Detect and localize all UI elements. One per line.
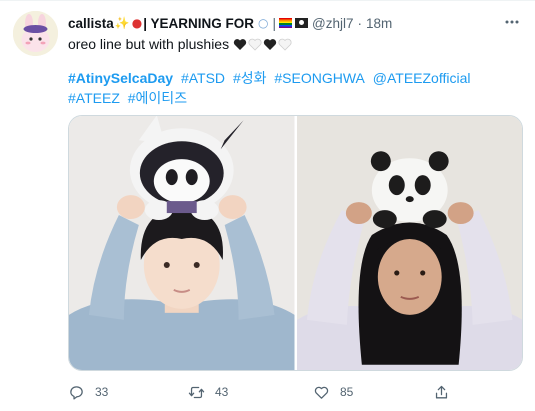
- reply-button[interactable]: 33: [68, 384, 108, 401]
- avatar-bunny-image: [13, 11, 58, 56]
- photo-right[interactable]: [296, 116, 522, 370]
- photo-plush-bunny-image: [69, 116, 295, 370]
- more-icon[interactable]: [503, 13, 521, 31]
- sparkles-emoji-icon: ✨: [114, 16, 130, 30]
- tweet-header: callista ✨ ● | YEARNING FOR ○ | @zhjl7 ·…: [68, 13, 495, 33]
- tweet-actions: 33 43 85: [68, 379, 523, 405]
- photo-plush-panda-image: [296, 116, 522, 370]
- display-name[interactable]: callista: [68, 16, 114, 31]
- tweet[interactable]: callista ✨ ● | YEARNING FOR ○ | @zhjl7 ·…: [0, 0, 535, 411]
- share-button[interactable]: [433, 384, 460, 401]
- retweet-icon: [188, 386, 205, 398]
- pirate-flag-emoji-icon: [295, 18, 309, 28]
- display-name-suffix[interactable]: | YEARNING FOR: [143, 16, 254, 31]
- white-heart-icon: [278, 38, 292, 51]
- hashtag-link[interactable]: #ATEEZ: [68, 90, 120, 106]
- media-grid: [68, 115, 523, 371]
- mention-link[interactable]: @ATEEZofficial: [373, 70, 471, 86]
- black-heart-icon: [263, 38, 277, 50]
- like-icon: [314, 386, 329, 399]
- hashtag-link[interactable]: #ATSD: [181, 70, 225, 86]
- photo-left[interactable]: [69, 116, 295, 370]
- rainbow-flag-emoji-icon: [279, 18, 293, 28]
- hashtag-list: #AtinySelcaDay #ATSD #성화 #SEONGHWA @ATEE…: [68, 68, 523, 108]
- black-heart-icon: [233, 38, 247, 50]
- tweet-text: oreo line but with plushies: [68, 36, 292, 52]
- reply-count: 33: [95, 385, 109, 399]
- share-icon: [435, 385, 448, 398]
- reply-icon: [70, 385, 83, 400]
- hashtag-link[interactable]: #AtinySelcaDay: [68, 70, 173, 86]
- like-button[interactable]: 85: [313, 384, 353, 401]
- separator-dot: ·: [357, 15, 363, 31]
- hearts-emoji-group: [233, 38, 292, 51]
- handle[interactable]: @zhjl7: [312, 16, 353, 31]
- like-count: 85: [340, 385, 354, 399]
- retweet-button[interactable]: 43: [188, 384, 228, 401]
- retweet-count: 43: [215, 385, 229, 399]
- ring-emoji-icon: ○: [258, 16, 269, 30]
- hashtag-link[interactable]: #성화: [233, 70, 267, 86]
- white-heart-icon: [248, 38, 262, 51]
- name-divider: |: [272, 15, 277, 31]
- hashtag-link[interactable]: #SEONGHWA: [274, 70, 365, 86]
- timestamp[interactable]: 18m: [366, 16, 392, 31]
- tweet-body: oreo line but with plushies: [68, 36, 230, 52]
- hashtag-link[interactable]: #에이티즈: [128, 90, 187, 106]
- boxing-glove-emoji-icon: ●: [131, 16, 143, 30]
- avatar[interactable]: [13, 11, 58, 56]
